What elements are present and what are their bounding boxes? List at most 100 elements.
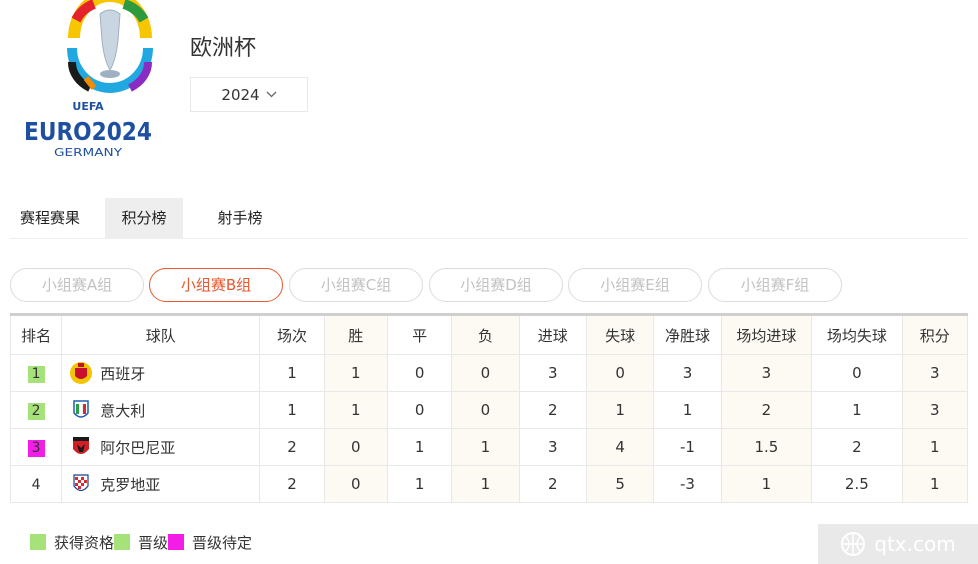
tab-scorers[interactable]: 射手榜 (200, 198, 280, 238)
won-cell: 0 (323, 465, 388, 503)
legend-label-advance: 晋级 (138, 533, 169, 552)
draw-cell: 0 (386, 354, 453, 392)
won-cell: 1 (323, 391, 388, 429)
col-header-ga: 失球 (585, 314, 655, 355)
col-header-gd: 净胜球 (653, 314, 722, 355)
table-header-row: 排名 球队 场次 胜 平 负 进球 失球 净胜球 场均进球 场均失球 积分 (9, 314, 969, 355)
gd-cell: -3 (653, 465, 722, 503)
col-header-team: 球队 (61, 314, 261, 355)
avg-gf-cell: 1.5 (720, 428, 813, 466)
ga-cell: 1 (585, 391, 655, 429)
chevron-down-icon (266, 91, 277, 98)
table-row: 4 克罗地亚 2 0 1 1 2 5 -3 1 2.5 1 (9, 465, 969, 503)
table-row: 3 阿尔巴尼亚 2 0 1 1 3 4 -1 1.5 2 1 (9, 428, 969, 466)
section-tabs: 赛程赛果 积分榜 射手榜 (10, 198, 968, 239)
col-header-rank: 排名 (9, 314, 63, 355)
group-pill-c[interactable]: 小组赛C组 (289, 268, 423, 302)
legend-swatch-pending (168, 534, 185, 550)
lost-cell: 1 (451, 465, 520, 503)
rank-cell: 3 (9, 428, 63, 466)
group-pill-f[interactable]: 小组赛F组 (708, 268, 842, 302)
points-cell: 3 (901, 391, 969, 429)
legend-label-pending: 晋级待定 (192, 533, 253, 552)
gf-cell: 3 (518, 428, 587, 466)
group-pill-d[interactable]: 小组赛D组 (429, 268, 563, 302)
won-cell: 1 (323, 354, 388, 392)
team-name: 克罗地亚 (100, 475, 161, 494)
played-cell: 1 (259, 354, 325, 392)
watermark-text: qtx.com (874, 532, 956, 556)
gf-cell: 2 (518, 465, 587, 503)
avg-gf-cell: 3 (720, 354, 813, 392)
legend-label-qualified: 获得资格 (54, 533, 115, 552)
logo-uefa-text: UEFA (72, 100, 104, 113)
standings-table: 排名 球队 场次 胜 平 负 进球 失球 净胜球 场均进球 场均失球 积分 1 (9, 313, 969, 503)
lost-cell: 0 (451, 391, 520, 429)
logo-germany-text: GERMANY (54, 146, 122, 159)
gf-cell: 2 (518, 391, 587, 429)
spain-crest-icon (70, 362, 93, 384)
team-name: 西班牙 (100, 364, 146, 383)
ga-cell: 5 (585, 465, 655, 503)
draw-cell: 1 (386, 428, 453, 466)
ga-cell: 0 (585, 354, 655, 392)
rank-badge: 4 (31, 476, 41, 493)
draw-cell: 1 (386, 465, 453, 503)
col-header-lost: 负 (451, 314, 520, 355)
avg-ga-cell: 1 (811, 391, 903, 429)
col-header-avg-gf: 场均进球 (720, 314, 813, 355)
croatia-crest-icon (73, 474, 89, 492)
group-pill-e[interactable]: 小组赛E组 (568, 268, 702, 302)
lost-cell: 1 (451, 428, 520, 466)
page-title: 欧洲杯 (190, 36, 257, 61)
season-value: 2024 (221, 85, 260, 104)
gd-cell: 3 (653, 354, 722, 392)
gf-cell: 3 (518, 354, 587, 392)
rank-cell: 2 (9, 391, 63, 429)
team-cell[interactable]: 西班牙 (61, 354, 261, 392)
legend: 获得资格 晋级 晋级待定 (30, 532, 252, 552)
italy-crest-icon (73, 400, 90, 418)
team-cell[interactable]: 意大利 (61, 391, 261, 429)
rank-badge: 1 (27, 365, 45, 383)
table-row: 2 意大利 1 1 0 0 2 1 1 2 1 3 (9, 391, 969, 429)
rank-badge: 2 (27, 402, 45, 420)
col-header-points: 积分 (901, 314, 969, 355)
team-name: 阿尔巴尼亚 (100, 438, 176, 457)
albania-crest-icon (73, 437, 90, 454)
euro2024-logo: UEFA EURO2024 GERMANY (20, 0, 160, 162)
group-pill-a[interactable]: 小组赛A组 (10, 268, 144, 302)
table-row: 1 西班牙 1 1 0 0 3 0 3 3 0 3 (9, 354, 969, 392)
avg-gf-cell: 2 (720, 391, 813, 429)
points-cell: 1 (901, 428, 969, 466)
won-cell: 0 (323, 428, 388, 466)
col-header-draw: 平 (386, 314, 453, 355)
rank-cell: 1 (9, 354, 63, 392)
gd-cell: -1 (653, 428, 722, 466)
lost-cell: 0 (451, 354, 520, 392)
team-cell[interactable]: 克罗地亚 (61, 465, 261, 503)
points-cell: 3 (901, 354, 969, 392)
team-name: 意大利 (100, 401, 146, 420)
tab-standings[interactable]: 积分榜 (105, 198, 183, 238)
watermark: qtx.com (818, 524, 978, 564)
col-header-avg-ga: 场均失球 (811, 314, 903, 355)
basketball-icon (841, 532, 866, 556)
rank-cell: 4 (9, 465, 63, 503)
logo-euro-text: EURO2024 (24, 117, 152, 146)
gd-cell: 1 (653, 391, 722, 429)
avg-ga-cell: 2.5 (811, 465, 903, 503)
legend-swatch-qualified (30, 534, 46, 550)
avg-ga-cell: 0 (811, 354, 903, 392)
col-header-won: 胜 (323, 314, 388, 355)
legend-swatch-advance (114, 534, 131, 550)
team-cell[interactable]: 阿尔巴尼亚 (61, 428, 261, 466)
avg-ga-cell: 2 (811, 428, 903, 466)
group-pill-b[interactable]: 小组赛B组 (149, 268, 283, 302)
tab-schedule[interactable]: 赛程赛果 (10, 198, 90, 238)
col-header-played: 场次 (259, 314, 325, 355)
season-select[interactable]: 2024 (190, 77, 308, 112)
played-cell: 2 (259, 428, 325, 466)
draw-cell: 0 (386, 391, 453, 429)
ga-cell: 4 (585, 428, 655, 466)
